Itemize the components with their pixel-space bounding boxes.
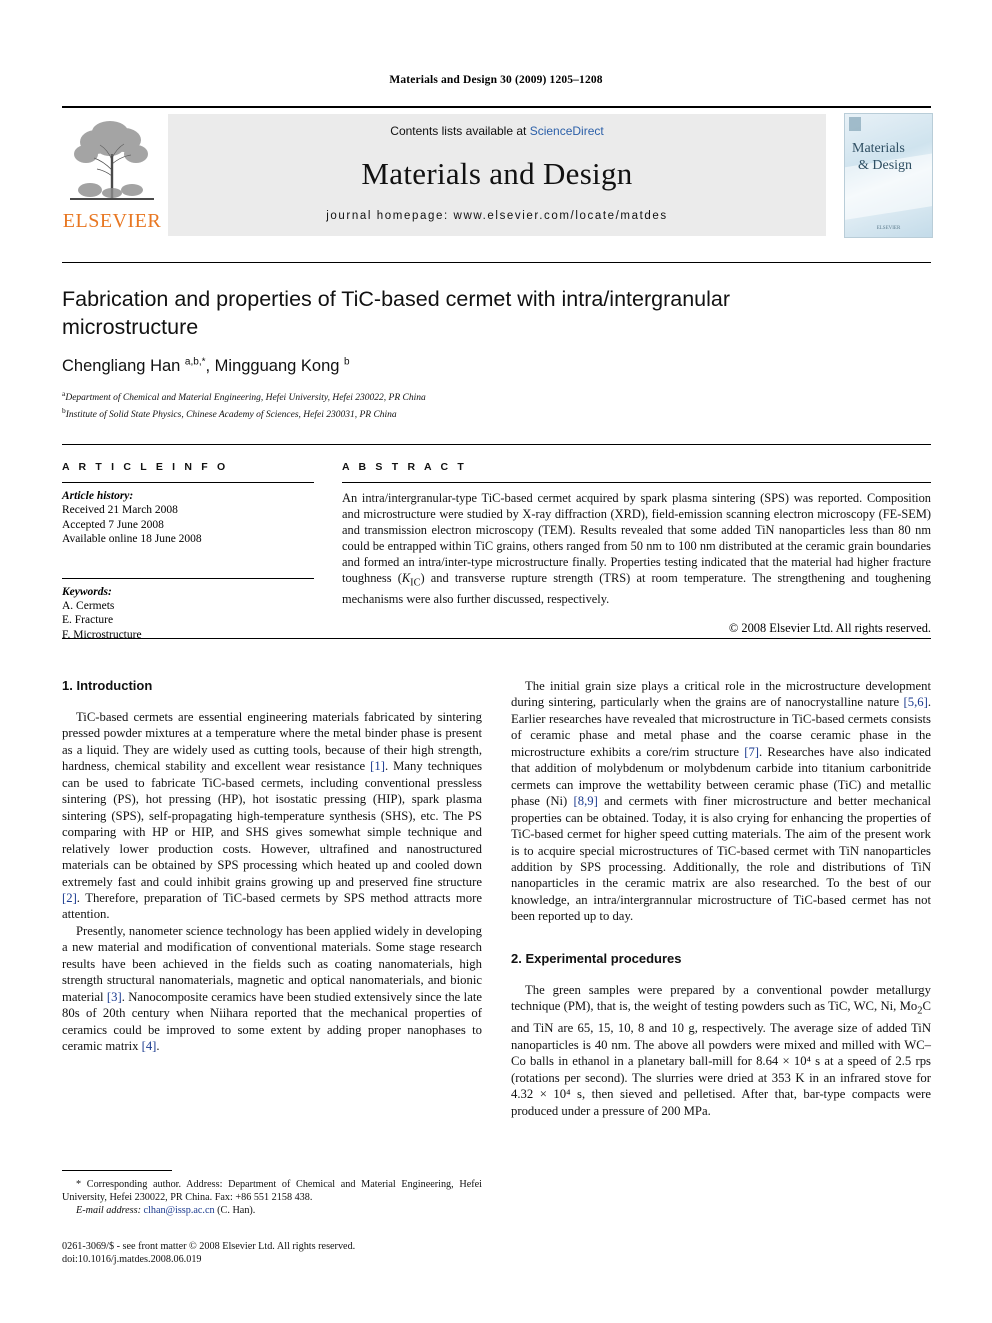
- journal-cover-thumbnail: Materials & Design ELSEVIER: [844, 113, 933, 238]
- cover-footer-text: ELSEVIER: [876, 226, 901, 231]
- email-line: E-mail address: clhan@issp.ac.cn (C. Han…: [62, 1204, 482, 1217]
- footnote-block: * Corresponding author. Address: Departm…: [62, 1178, 482, 1218]
- affiliation-b: bInstitute of Solid State Physics, Chine…: [62, 405, 882, 422]
- article-history-received: Received 21 March 2008: [62, 504, 178, 516]
- paragraph: TiC-based cermets are essential engineer…: [62, 710, 483, 922]
- info-divider-bottom: [62, 638, 931, 639]
- contents-available-line: Contents lists available at ScienceDirec…: [168, 124, 826, 138]
- elsevier-logo: ELSEVIER: [62, 114, 162, 236]
- article-history-label: Article history:: [62, 490, 134, 502]
- article-info-rule: [62, 482, 314, 483]
- affiliation-a: aDepartment of Chemical and Material Eng…: [62, 388, 882, 405]
- masthead-band: Contents lists available at ScienceDirec…: [168, 114, 826, 236]
- keywords-rule: [62, 577, 314, 579]
- article-info-block: A R T I C L E I N F O Article history: R…: [62, 461, 314, 642]
- info-divider-top: [62, 444, 931, 445]
- corresponding-author-text: Corresponding author. Address: Departmen…: [62, 1179, 483, 1204]
- paragraph: The green samples were prepared by a con…: [511, 982, 931, 1118]
- contents-prefix: Contents lists available at: [390, 124, 530, 138]
- journal-title: Materials and Design: [361, 156, 633, 191]
- article-history-accepted: Accepted 7 June 2008: [62, 518, 164, 531]
- keywords-label: Keywords:: [62, 585, 112, 598]
- running-head: Materials and Design 30 (2009) 1205–1208: [389, 74, 603, 86]
- corresponding-author-note: * Corresponding author. Address: Departm…: [62, 1178, 482, 1204]
- section-heading-introduction: 1. Introduction: [62, 678, 153, 693]
- abstract-block: A B S T R A C T An intra/intergranular-t…: [342, 461, 931, 636]
- email-owner: (C. Han).: [217, 1205, 256, 1217]
- issn-front-matter: 0261-3069/$ - see front matter © 2008 El…: [62, 1241, 356, 1252]
- abstract-rule: [342, 482, 931, 483]
- cover-title: Materials & Design: [852, 140, 926, 174]
- cover-title-line1: Materials: [852, 141, 905, 156]
- journal-masthead: ELSEVIER Contents lists available at Sci…: [62, 106, 933, 238]
- sciencedirect-link[interactable]: ScienceDirect: [530, 124, 604, 138]
- title-divider: [62, 262, 931, 263]
- body-column-right: The initial grain size plays a critical …: [511, 678, 931, 1119]
- article-info-heading: A R T I C L E I N F O: [62, 461, 229, 473]
- cover-title-line2: & Design: [858, 158, 913, 173]
- affiliation-b-text: Institute of Solid State Physics, Chines…: [65, 409, 397, 420]
- body-column-left: 1. Introduction TiC-based cermets are es…: [62, 678, 482, 1055]
- affiliation-a-text: Department of Chemical and Material Engi…: [65, 393, 426, 404]
- article-history-online: Available online 18 June 2008: [62, 533, 202, 545]
- keyword-item: A. Cermets: [62, 599, 115, 612]
- abstract-heading: A B S T R A C T: [342, 461, 467, 473]
- email-label: E-mail address:: [76, 1205, 141, 1217]
- elsevier-wordmark: ELSEVIER: [62, 210, 162, 232]
- page-title: Fabrication and properties of TiC-based …: [62, 287, 731, 339]
- abstract-copyright: © 2008 Elsevier Ltd. All rights reserved…: [728, 621, 931, 636]
- paragraph: The initial grain size plays a critical …: [511, 679, 931, 924]
- section-heading-experimental: 2. Experimental procedures: [511, 950, 682, 966]
- keyword-item: F. Microstructure: [62, 628, 142, 641]
- abstract-text: An intra/intergranular-type TiC-based ce…: [342, 491, 931, 607]
- paragraph: Presently, nanometer science technology …: [62, 923, 482, 1054]
- cover-elsevier-mark-icon: [849, 117, 861, 131]
- asterisk-icon: *: [76, 1179, 82, 1190]
- keyword-item: E. Fracture: [62, 614, 114, 626]
- journal-homepage[interactable]: journal homepage: www.elsevier.com/locat…: [168, 210, 826, 222]
- authors-text: Chengliang Han a,b,*, Mingguang Kong b: [62, 356, 350, 375]
- affiliations: aDepartment of Chemical and Material Eng…: [62, 388, 882, 421]
- author-list: Chengliang Han a,b,*, Mingguang Kong b: [62, 356, 862, 376]
- imprint-block: 0261-3069/$ - see front matter © 2008 El…: [62, 1240, 492, 1266]
- elsevier-tree-icon: [66, 114, 158, 206]
- email-link[interactable]: clhan@issp.ac.cn: [144, 1205, 215, 1216]
- doi-line[interactable]: doi:10.1016/j.matdes.2008.06.019: [62, 1253, 492, 1266]
- journal-article-page: Materials and Design 30 (2009) 1205–1208: [0, 0, 992, 1323]
- footnote-divider: [62, 1170, 172, 1171]
